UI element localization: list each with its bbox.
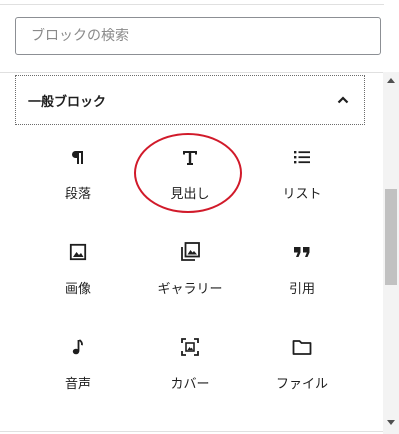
folder-icon <box>290 335 314 359</box>
paragraph-icon <box>66 145 90 169</box>
bottom-divider <box>0 431 383 432</box>
block-label: カバー <box>170 377 210 392</box>
block-item-heading[interactable]: 見出し <box>140 132 240 217</box>
block-item-gallery[interactable]: ギャラリー <box>140 227 240 312</box>
block-item-quote[interactable]: 引用 <box>252 227 352 312</box>
block-item-paragraph[interactable]: 段落 <box>28 132 128 217</box>
block-item-cover[interactable]: カバー <box>140 322 240 407</box>
block-label: ギャラリー <box>157 282 223 297</box>
block-item-file[interactable]: ファイル <box>252 322 352 407</box>
block-search-input[interactable] <box>31 28 380 44</box>
image-icon <box>66 240 90 264</box>
audio-icon <box>66 335 90 359</box>
block-item-audio[interactable]: 音声 <box>28 322 128 407</box>
chevron-up-icon[interactable] <box>336 93 350 107</box>
cover-icon <box>178 335 202 359</box>
gallery-icon <box>178 240 202 264</box>
panel-divider <box>0 72 399 73</box>
panel-header-general-blocks[interactable]: 一般ブロック <box>15 75 365 125</box>
heading-icon <box>178 145 202 169</box>
block-search[interactable] <box>15 17 381 55</box>
scroll-up-arrow-icon[interactable] <box>383 72 399 88</box>
block-label: リスト <box>282 187 322 202</box>
quote-icon <box>290 240 314 264</box>
top-divider <box>0 0 384 5</box>
block-label: 段落 <box>64 187 91 202</box>
block-label: 見出し <box>170 187 210 202</box>
panel-title: 一般ブロック <box>28 94 107 110</box>
block-label: 画像 <box>64 282 91 297</box>
block-label: ファイル <box>275 377 328 392</box>
block-label: 音声 <box>64 377 91 392</box>
block-label: 引用 <box>288 282 315 297</box>
scroll-down-arrow-icon[interactable] <box>383 414 399 430</box>
block-item-list[interactable]: リスト <box>252 132 352 217</box>
block-item-image[interactable]: 画像 <box>28 227 128 312</box>
list-icon <box>290 145 314 169</box>
scrollbar-thumb[interactable] <box>385 189 397 285</box>
